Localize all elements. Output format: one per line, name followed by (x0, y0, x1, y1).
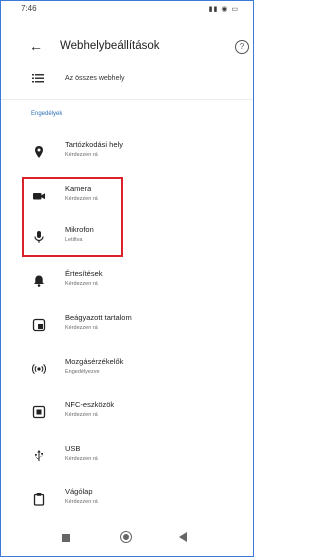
permission-title: Értesítések (65, 269, 103, 278)
phone-screen: 7:46 ▮▮ ◉ ▭ ← Webhelybeállítások ? Az ös… (0, 0, 254, 557)
recents-icon[interactable] (62, 534, 70, 542)
permission-row-notifications[interactable]: Értesítések Kérdezzen rá (1, 266, 253, 300)
permission-status: Kérdezzen rá (65, 325, 98, 331)
permission-status: Kérdezzen rá (65, 281, 98, 287)
bell-icon (34, 275, 44, 287)
permission-title: Beágyazott tartalom (65, 313, 132, 322)
permission-row-nfc-devices[interactable]: NFC-eszközök Kérdezzen rá (1, 397, 253, 431)
help-icon[interactable]: ? (235, 40, 249, 54)
nfc-icon (32, 405, 46, 419)
nav-back-icon[interactable] (179, 532, 187, 542)
home-icon[interactable] (120, 531, 132, 543)
divider (1, 99, 253, 100)
system-navigation-bar (1, 525, 253, 556)
permission-title: Mozgásérzékelők (65, 357, 124, 366)
permission-row-clipboard[interactable]: Vágólap Kérdezzen rá (1, 484, 253, 518)
permission-title: Vágólap (65, 487, 93, 496)
permission-title: USB (65, 444, 81, 453)
permission-row-embedded-content[interactable]: Beágyazott tartalom Kérdezzen rá (1, 310, 253, 344)
status-indicators: ▮▮ ◉ ▭ (208, 6, 239, 13)
back-arrow-icon[interactable]: ← (29, 38, 45, 54)
all-sites-label: Az összes webhely (65, 75, 125, 82)
permission-row-motion-sensors[interactable]: Mozgásérzékelők Engedélyezve (1, 354, 253, 388)
status-time: 7:46 (21, 4, 37, 13)
all-sites-item[interactable]: Az összes webhely (1, 68, 253, 90)
embedded-content-icon (32, 318, 46, 332)
permission-status: Kérdezzen rá (65, 456, 98, 462)
permission-status: Engedélyezve (65, 369, 100, 375)
permission-title: NFC-eszközök (65, 400, 115, 409)
permission-row-location[interactable]: Tartózkodási hely Kérdezzen rá (1, 137, 253, 171)
permission-title: Tartózkodási hely (65, 140, 123, 149)
permission-row-usb[interactable]: USB Kérdezzen rá (1, 441, 253, 475)
permission-status: Kérdezzen rá (65, 412, 98, 418)
list-icon (32, 74, 44, 83)
status-bar: 7:46 ▮▮ ◉ ▭ (1, 1, 253, 23)
usb-icon (35, 450, 43, 461)
app-bar: ← Webhelybeállítások ? (1, 35, 253, 59)
permission-status: Kérdezzen rá (65, 499, 98, 505)
permission-status: Kérdezzen rá (65, 152, 98, 158)
section-header-permissions: Engedélyek (31, 111, 63, 117)
location-pin-icon (35, 146, 43, 158)
clipboard-icon (33, 493, 45, 506)
motion-sensor-icon (32, 364, 46, 374)
highlight-box (22, 177, 123, 257)
page-title: Webhelybeállítások (60, 40, 160, 52)
